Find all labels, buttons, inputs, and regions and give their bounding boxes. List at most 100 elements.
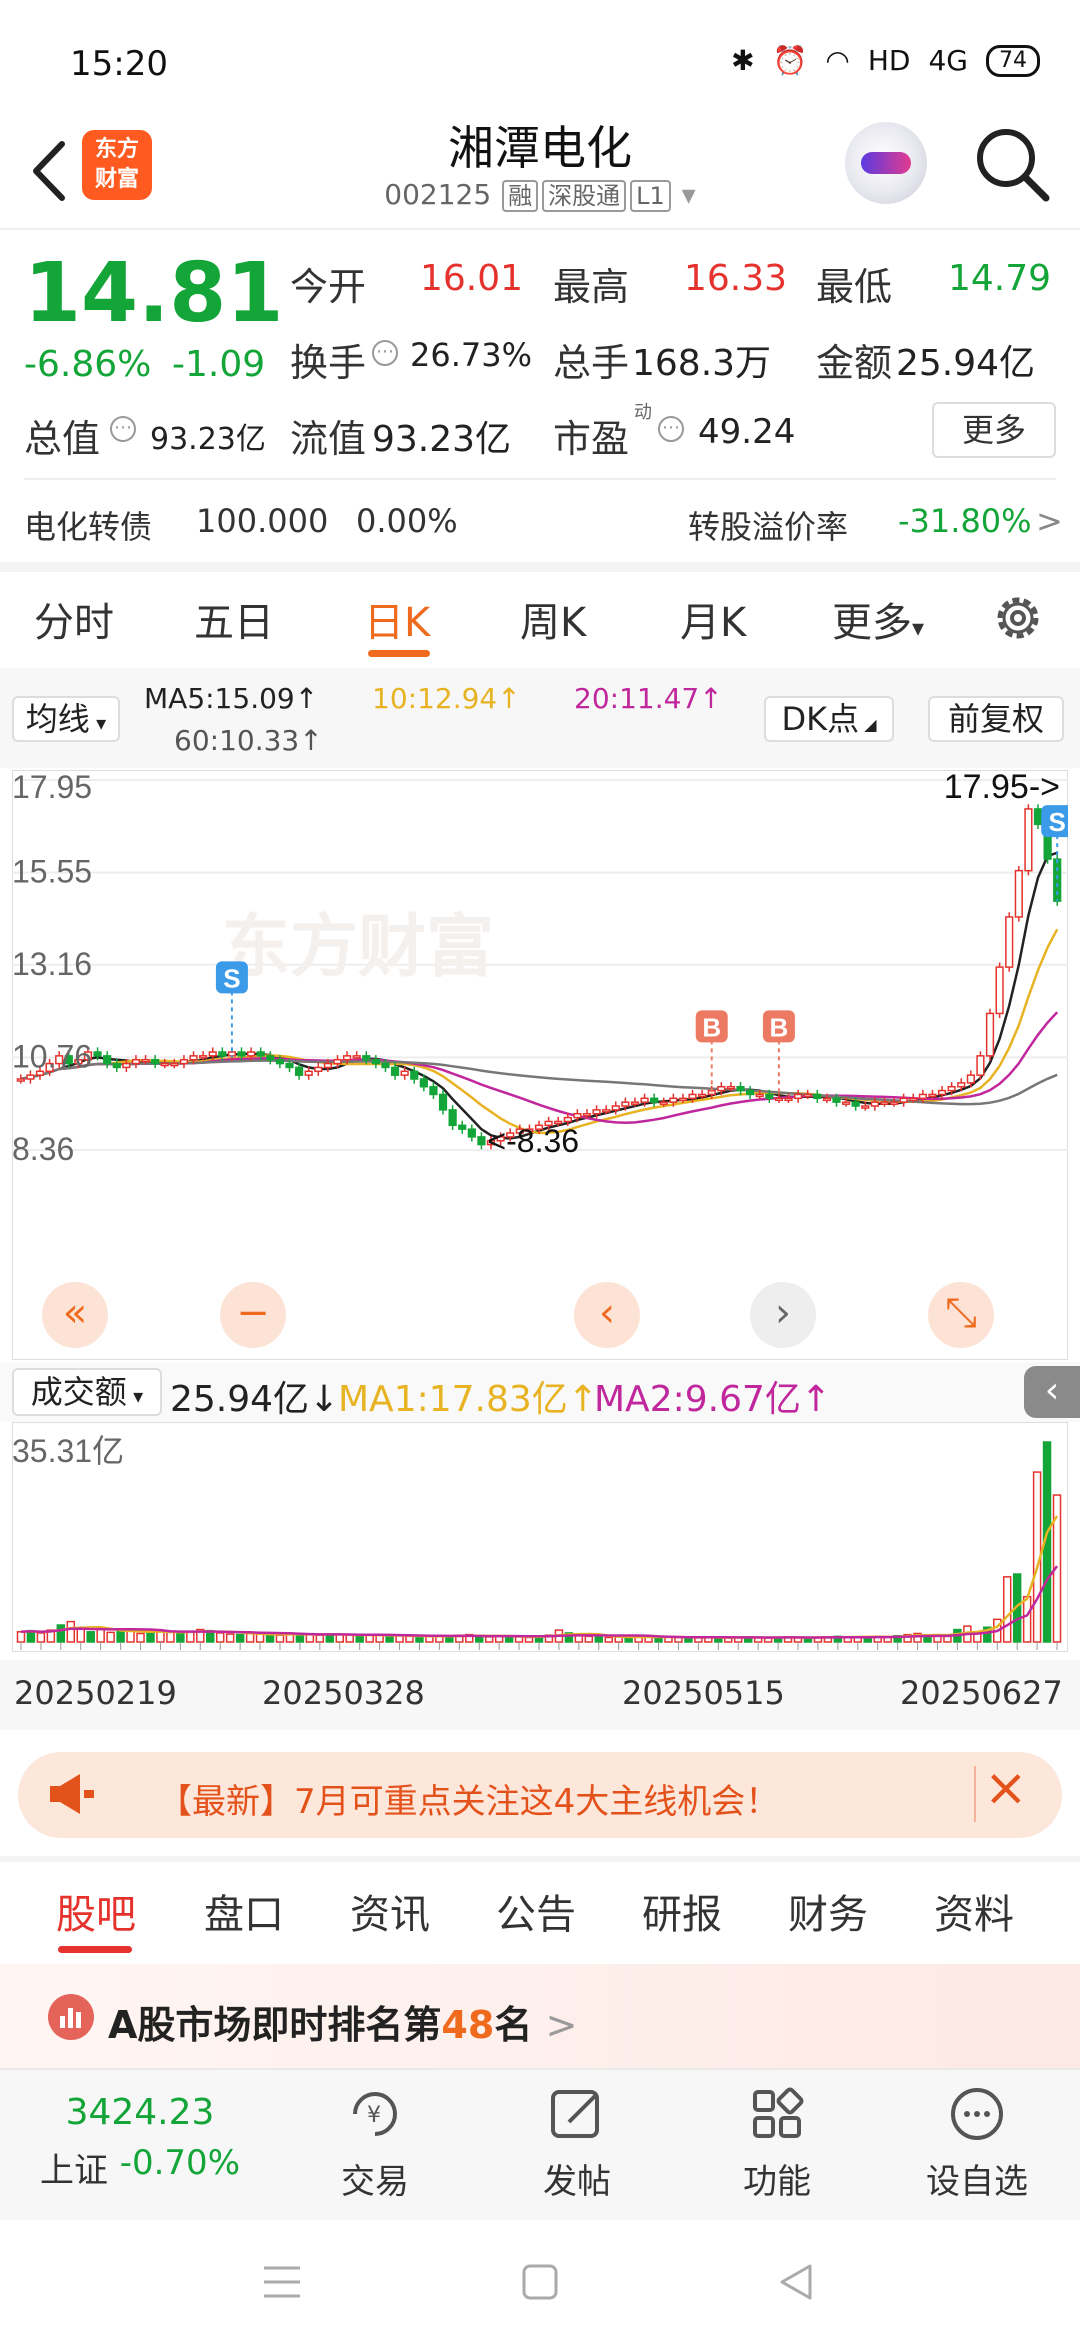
prev-icon[interactable]: ‹ xyxy=(574,1282,640,1348)
zoom-out-icon[interactable]: − xyxy=(220,1282,286,1348)
info-icon[interactable]: ⋯ xyxy=(372,340,398,366)
candle xyxy=(362,1055,371,1061)
high-value: 16.33 xyxy=(684,258,788,299)
functions-button[interactable]: 功能 xyxy=(712,2084,842,2203)
low-value: 14.79 xyxy=(948,258,1052,299)
tab-more[interactable]: 更多▾ xyxy=(832,590,924,648)
kline-chart[interactable]: 东方财富 17.95 15.55 13.16 10.76 8.36 17.95-> <-8.… xyxy=(12,770,1068,1360)
index-ticker[interactable]: 3424.23 上证 -0.70% xyxy=(40,2092,240,2192)
tab-weekly-k[interactable]: 周K xyxy=(520,590,586,648)
candle xyxy=(976,1055,985,1076)
volume-bar xyxy=(315,1634,325,1643)
date-tick: 20250219 xyxy=(14,1674,177,1712)
tab-announcements[interactable]: 公告 xyxy=(496,1882,576,1940)
candle xyxy=(573,1112,582,1119)
volume-chart: 35.31亿 xyxy=(12,1422,1068,1652)
close-icon[interactable]: × xyxy=(984,1758,1028,1818)
status-icons: ✱ ⏰ ◠ HD 4G 74 xyxy=(731,44,1040,77)
ma-selector[interactable]: 均线 ▾ xyxy=(12,696,120,742)
high-label: 最高 xyxy=(553,265,630,309)
candle xyxy=(16,1078,25,1082)
cb-premium-label: 转股溢价率 xyxy=(688,508,849,546)
candle xyxy=(957,1082,966,1088)
signal-icon: 4G xyxy=(928,44,968,77)
candle xyxy=(784,1097,793,1102)
tab-monthly-k[interactable]: 月K xyxy=(680,590,746,648)
next-icon[interactable]: › xyxy=(750,1282,816,1348)
post-button[interactable]: 发帖 xyxy=(512,2084,642,2203)
more-circle-icon xyxy=(951,2088,1003,2140)
candle xyxy=(602,1109,611,1113)
menu-icon[interactable] xyxy=(262,2264,302,2300)
adjust-button[interactable]: 前复权 xyxy=(928,696,1064,742)
back-icon[interactable] xyxy=(776,2262,816,2302)
volume-bar xyxy=(126,1630,135,1643)
volume-label: 总手 xyxy=(553,341,630,385)
tab-finance[interactable]: 财务 xyxy=(788,1882,868,1940)
low-label: 最低 xyxy=(816,265,893,309)
tab-daily-k[interactable]: 日K xyxy=(364,590,430,648)
collapse-panel-icon[interactable]: ‹ xyxy=(1024,1366,1080,1418)
date-axis: 20250219 20250328 20250515 20250627 xyxy=(0,1660,1080,1730)
bluetooth-icon: ✱ xyxy=(731,44,755,77)
tab-profile[interactable]: 资料 xyxy=(934,1882,1014,1940)
y-tick-label: 13.16 xyxy=(12,946,92,982)
convertible-bond-row[interactable]: 电化转债 100.000 0.00% 转股溢价率 -31.80% > xyxy=(0,490,1080,560)
candle xyxy=(765,1093,774,1100)
cb-premium-value: -31.80% xyxy=(898,502,1032,540)
signal-label: B xyxy=(770,1012,789,1042)
candle xyxy=(266,1055,275,1061)
add-watchlist-button[interactable]: 设自选 xyxy=(912,2084,1042,2203)
index-name: 上证 xyxy=(40,2151,108,2191)
banner-divider xyxy=(974,1766,976,1822)
candle xyxy=(141,1058,150,1063)
date-tick: 20250515 xyxy=(622,1674,785,1712)
home-icon[interactable] xyxy=(520,2262,560,2302)
volume-bar xyxy=(96,1628,105,1643)
tab-intraday[interactable]: 分时 xyxy=(34,590,114,648)
candle xyxy=(227,1051,237,1057)
candle xyxy=(381,1062,390,1069)
ai-assistant-icon[interactable] xyxy=(845,122,927,204)
pe-label: 市盈 xyxy=(553,417,630,461)
alarm-icon: ⏰ xyxy=(772,44,808,77)
candle xyxy=(189,1055,198,1061)
signal-label: S xyxy=(223,963,240,993)
gear-icon[interactable] xyxy=(990,590,1046,646)
candle xyxy=(237,1051,246,1057)
tab-more-label: 更多 xyxy=(832,600,912,646)
volume-bar xyxy=(16,1631,26,1643)
candle xyxy=(659,1101,668,1105)
dropdown-arrow-icon[interactable]: ▾ xyxy=(682,178,696,211)
scroll-left-icon[interactable]: « xyxy=(42,1282,108,1348)
volume-header: 成交额 ▾ 25.94亿↓ MA1:17.83亿↑ MA2:9.67亿↑ ‹ xyxy=(0,1362,1080,1422)
margin-tag: 融 xyxy=(502,180,539,212)
candle xyxy=(889,1101,899,1105)
volume-bar xyxy=(76,1627,85,1643)
info-icon[interactable]: ⋯ xyxy=(658,416,684,442)
volume-selector[interactable]: 成交额 ▾ xyxy=(12,1368,162,1416)
candle xyxy=(851,1101,860,1107)
candle xyxy=(103,1055,112,1065)
rank-text: A股市场即时排名第48名 > xyxy=(108,1994,577,2049)
tab-research[interactable]: 研报 xyxy=(642,1882,722,1940)
dk-point-button[interactable]: DK点 ◢ xyxy=(764,696,894,742)
tab-five-day[interactable]: 五日 xyxy=(194,590,274,648)
candle xyxy=(304,1070,313,1076)
search-icon[interactable] xyxy=(972,124,1052,204)
news-banner[interactable]: 【最新】7月可重点关注这4大主线机会！ × xyxy=(18,1752,1062,1838)
tab-order-book[interactable]: 盘口 xyxy=(204,1882,284,1940)
market-rank-row[interactable]: A股市场即时排名第48名 > xyxy=(0,1964,1080,2068)
candle xyxy=(112,1062,121,1069)
tab-guba[interactable]: 股吧 xyxy=(56,1882,136,1940)
ma20-value: 20:11.47↑ xyxy=(574,682,723,715)
fullscreen-icon[interactable]: ⤡ xyxy=(928,1282,994,1348)
ranking-icon xyxy=(48,1994,94,2040)
info-icon[interactable]: ⋯ xyxy=(110,416,136,442)
candle xyxy=(755,1093,764,1098)
more-button[interactable]: 更多 xyxy=(932,402,1056,458)
open-label: 今开 xyxy=(290,265,367,309)
tab-news[interactable]: 资讯 xyxy=(350,1882,430,1940)
trade-button[interactable]: ¥ 交易 xyxy=(310,2084,440,2203)
volume-bar xyxy=(66,1620,76,1643)
